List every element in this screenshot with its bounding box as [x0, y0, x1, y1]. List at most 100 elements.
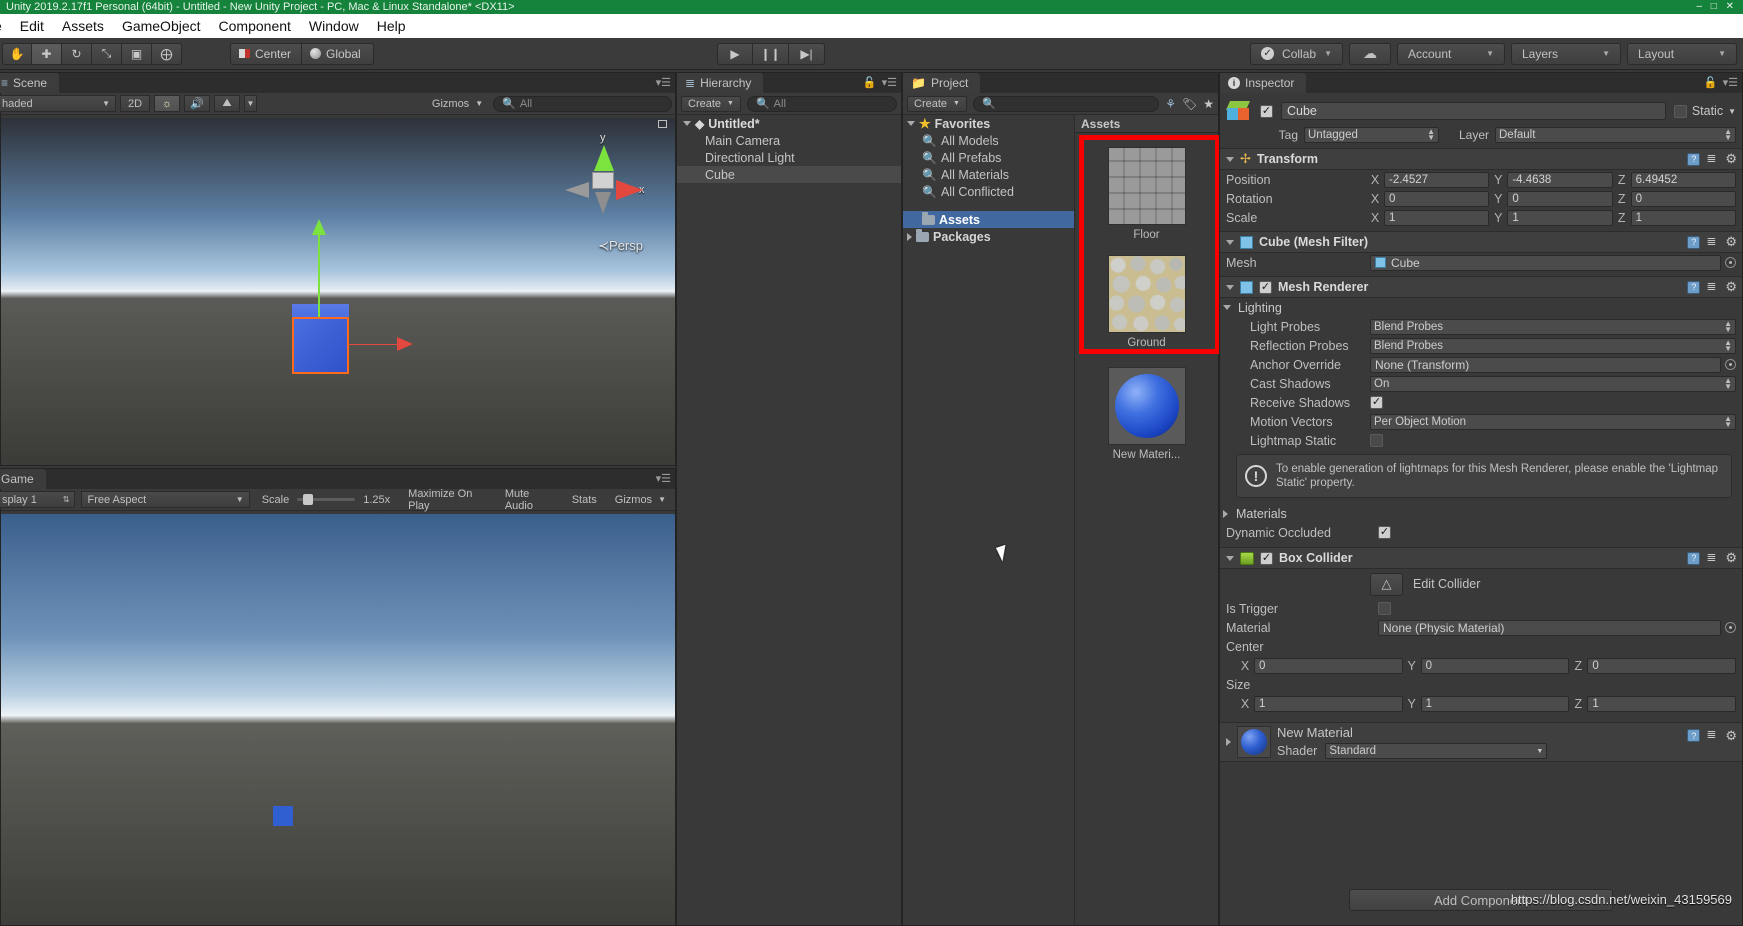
box-collider-enabled-checkbox[interactable]: ✓ — [1260, 551, 1273, 565]
scale-z-input[interactable]: 1 — [1630, 209, 1736, 226]
hierarchy-item-cube[interactable]: Cube — [677, 166, 901, 183]
cloud-button[interactable]: ☁ — [1349, 42, 1391, 65]
component-header-icons[interactable]: ? ≣ ⚙ — [1687, 152, 1737, 166]
layer-dropdown[interactable]: Default ▲ ▼ — [1495, 127, 1736, 143]
move-gizmo-y-arrow[interactable] — [312, 219, 326, 235]
tab-game[interactable]: Game — [0, 469, 46, 489]
stats-button[interactable]: Stats — [565, 491, 603, 508]
hierarchy-create-button[interactable]: Create ▼ — [681, 95, 741, 112]
motion-vectors-dropdown[interactable]: Per Object Motion ▲ ▼ — [1370, 413, 1736, 430]
play-button[interactable]: ▶ — [717, 42, 753, 65]
object-name-input[interactable]: Cube — [1281, 102, 1666, 120]
scene-fx-toggle[interactable]: ⛰ — [214, 95, 240, 112]
account-button[interactable]: Account ▼ — [1397, 42, 1505, 65]
preset-icon[interactable]: ≣ — [1706, 728, 1719, 742]
scene-search-input[interactable]: 🔍 All — [493, 95, 673, 112]
scene-cube-object[interactable] — [292, 317, 349, 374]
gear-icon[interactable]: ⚙ — [1725, 729, 1737, 742]
scene-viewport[interactable]: y x ≺Persp — [1, 118, 675, 465]
chevron-right-icon[interactable] — [1223, 509, 1228, 518]
is-trigger-checkbox[interactable]: ✓ — [1378, 602, 1391, 615]
materials-foldout[interactable]: Materials — [1220, 504, 1742, 523]
asset-item-floor[interactable]: Floor — [1075, 147, 1218, 241]
project-tree-assets[interactable]: Assets — [903, 211, 1074, 228]
tab-scene[interactable]: ≡ Scene — [0, 73, 60, 93]
mesh-object-field[interactable]: Cube — [1370, 254, 1721, 271]
kebab-menu-icon[interactable]: ▾☰ — [882, 76, 897, 89]
component-header-box-collider[interactable]: ✓ Box Collider ? ≣ ⚙ — [1220, 547, 1742, 569]
draw-mode-dropdown[interactable]: haded ▼ — [0, 95, 116, 112]
move-gizmo-x-axis[interactable] — [349, 344, 399, 345]
kebab-menu-icon[interactable]: ▾☰ — [656, 76, 671, 89]
help-icon[interactable]: ? — [1687, 280, 1701, 294]
chevron-down-icon[interactable] — [1226, 284, 1234, 290]
position-x-input[interactable]: -2.4527 — [1384, 171, 1490, 188]
project-search-input[interactable]: 🔍 — [972, 95, 1160, 112]
kebab-menu-icon[interactable]: ▾☰ — [1723, 76, 1738, 89]
transform-tool-icon[interactable]: ⨁ — [152, 42, 182, 65]
chevron-down-icon[interactable] — [1226, 555, 1234, 561]
anchor-override-field[interactable]: None (Transform) — [1370, 356, 1721, 373]
scale-y-input[interactable]: 1 — [1507, 209, 1613, 226]
pivot-rotation-button[interactable]: Global — [302, 42, 374, 65]
component-header-mesh-filter[interactable]: Cube (Mesh Filter) ? ≣ ⚙ — [1220, 231, 1742, 253]
project-create-button[interactable]: Create ▼ — [907, 95, 967, 112]
hand-tool-icon[interactable]: ✋ — [2, 42, 32, 65]
scene-fx-dropdown[interactable]: ▼ — [244, 95, 257, 112]
game-aspect-dropdown[interactable]: Free Aspect ▼ — [81, 491, 250, 508]
menu-item-file[interactable]: e — [0, 14, 11, 38]
perspective-label[interactable]: ≺Persp — [598, 238, 643, 254]
hierarchy-item-directional-light[interactable]: Directional Light — [677, 149, 901, 166]
asset-item-ground[interactable]: Ground — [1075, 255, 1218, 349]
favorite-star-icon[interactable]: ★ — [1203, 97, 1214, 111]
reflection-probes-dropdown[interactable]: Blend Probes ▲ ▼ — [1370, 337, 1736, 354]
menu-item-window[interactable]: Window — [300, 14, 368, 38]
gear-icon[interactable]: ⚙ — [1725, 280, 1737, 293]
gear-icon[interactable]: ⚙ — [1725, 235, 1737, 248]
collab-button[interactable]: ✓ Collab ▼ — [1250, 42, 1343, 65]
gear-icon[interactable]: ⚙ — [1725, 551, 1737, 564]
scene-audio-toggle[interactable]: 🔊 — [184, 95, 210, 112]
static-checkbox[interactable]: ✓ — [1673, 104, 1687, 118]
lock-icon[interactable]: 🔓 — [863, 76, 877, 89]
scene-orientation-gizmo[interactable]: y x — [559, 132, 651, 228]
component-header-mesh-renderer[interactable]: ✓ Mesh Renderer ? ≣ ⚙ — [1220, 276, 1742, 298]
size-x-input[interactable]: 1 — [1254, 695, 1403, 712]
hierarchy-tab-icons[interactable]: 🔓 ▾☰ — [863, 76, 897, 89]
project-assets-pane[interactable]: Assets Floor Ground New Materi... — [1075, 115, 1220, 925]
project-tree-all-prefabs[interactable]: 🔍 All Prefabs — [903, 149, 1074, 166]
game-tab-icons[interactable]: ▾☰ — [656, 472, 671, 485]
scene-lock-icon[interactable] — [658, 120, 667, 128]
component-header-icons[interactable]: ? ≣ ⚙ — [1687, 551, 1737, 565]
project-tree[interactable]: ★ Favorites 🔍 All Models 🔍 All Prefabs 🔍… — [903, 115, 1075, 925]
hierarchy-search-input[interactable]: 🔍 All — [746, 95, 897, 112]
project-tree-all-models[interactable]: 🔍 All Models — [903, 132, 1074, 149]
tab-hierarchy[interactable]: ≣ Hierarchy — [677, 73, 764, 93]
lock-icon[interactable]: 🔓 — [1704, 76, 1718, 89]
tag-dropdown[interactable]: Untagged ▲ ▼ — [1304, 127, 1439, 143]
toggle-2d-button[interactable]: 2D — [120, 95, 150, 112]
asset-item-new-material[interactable]: New Materi... — [1075, 367, 1218, 461]
move-gizmo-y-axis[interactable] — [318, 231, 320, 317]
menu-item-edit[interactable]: Edit — [11, 14, 53, 38]
menu-item-gameobject[interactable]: GameObject — [113, 14, 210, 38]
chevron-down-icon[interactable] — [1223, 305, 1231, 310]
help-icon[interactable]: ? — [1687, 729, 1701, 742]
game-viewport[interactable] — [1, 514, 675, 925]
chevron-right-icon[interactable] — [1226, 738, 1231, 746]
filter-type-icon[interactable]: ⚘ — [1165, 97, 1176, 111]
chevron-right-icon[interactable] — [907, 232, 912, 241]
center-x-input[interactable]: 0 — [1254, 657, 1403, 674]
menu-item-assets[interactable]: Assets — [53, 14, 113, 38]
receive-shadows-checkbox[interactable]: ✓ — [1370, 396, 1383, 409]
layout-button[interactable]: Layout ▼ — [1627, 42, 1737, 65]
tab-project[interactable]: 📁 Project — [903, 73, 981, 93]
chevron-down-icon[interactable] — [1226, 156, 1234, 162]
pivot-mode-button[interactable]: Center — [230, 42, 302, 65]
project-tree-all-conflicted[interactable]: 🔍 All Conflicted — [903, 183, 1074, 200]
rotation-x-input[interactable]: 0 — [1384, 190, 1490, 207]
size-z-input[interactable]: 1 — [1587, 695, 1737, 712]
object-active-checkbox[interactable]: ✓ — [1260, 104, 1273, 118]
preset-icon[interactable]: ≣ — [1706, 235, 1719, 249]
hierarchy-tree[interactable]: ◆ Untitled* Main Camera Directional Ligh… — [677, 115, 901, 925]
